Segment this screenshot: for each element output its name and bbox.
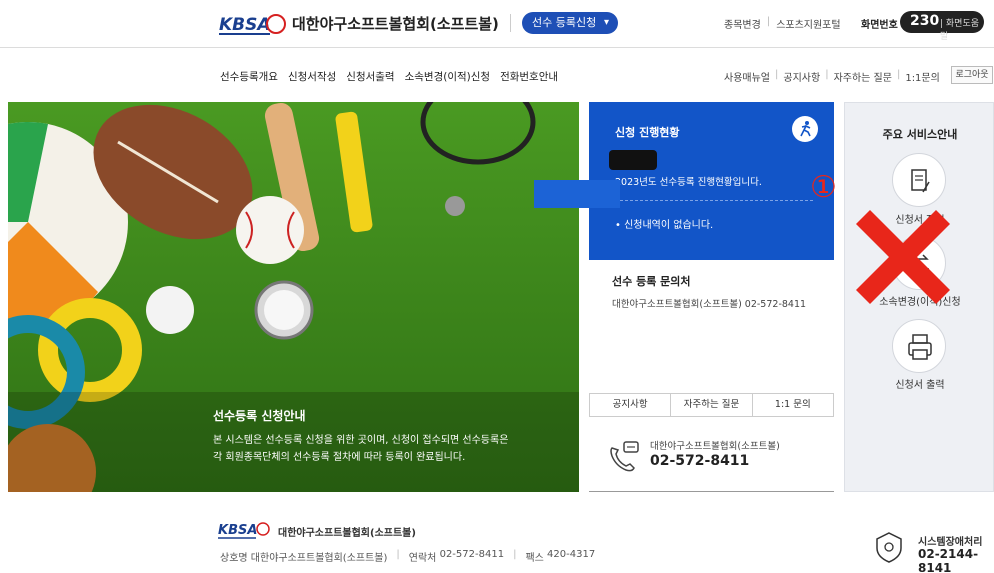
screen-help-link[interactable]: | 화면도움말 [940,16,984,42]
footer-fax: 420-4317 [547,549,596,560]
footer-logo: KBSA [218,522,270,539]
run-icon [792,116,818,142]
title-divider [510,14,511,32]
quick-link-faq[interactable]: 자주하는 질문 [671,394,753,416]
top-header: KBSA 대한야구소프트볼협회(소프트볼) 선수 등록신청 ▾ 종목변경 | 스… [0,0,994,48]
svg-text:KBSA: KBSA [218,523,257,538]
screen-number: 230 [910,13,940,29]
phone-chat-icon [610,441,639,472]
redaction-block [534,180,620,208]
system-select[interactable]: 선수 등록신청 ▾ [522,12,618,34]
quick-links: 공지사항 자주하는 질문 1:1 문의 [589,393,834,417]
quick-link-notice[interactable]: 공지사항 [590,394,672,416]
system-select-label: 선수 등록신청 [532,16,597,29]
contact-org: 대한야구소프트볼협회(소프트볼) [650,441,780,452]
nav-item-overview[interactable]: 선수등록개요 [220,69,278,84]
contact-phone: 02-572-8411 [650,453,750,469]
main-nav: 선수등록개요 신청서작성 신청서출력 소속변경(이적)신청 전화번호안내 [220,69,568,84]
service-print-label: 신청서 출력 [895,380,945,391]
printer-icon [908,334,932,360]
inquiry-contact: 대한야구소프트볼협회(소프트볼) 02-572-8411 [612,299,807,310]
services-title: 주요 서비스안내 [882,128,958,141]
footer-contact: 02-572-8411 [439,549,505,560]
svg-text:KBSA: KBSA [219,15,271,35]
util-link-sport-change[interactable]: 종목변경 [724,16,761,31]
util-nav-manual[interactable]: 사용매뉴얼 [724,69,770,84]
redaction-mark [609,150,657,170]
inquiry-title: 선수 등록 문의처 [612,275,691,288]
nav-item-phone[interactable]: 전화번호안내 [500,69,558,84]
footer-company-label: 상호명 [220,553,248,564]
footer-error-label: 시스템장애처리 [918,537,983,548]
status-year-text: 2023년도 선수등록 진행현황입니다. [615,177,762,188]
hero-description-line-1: 본 시스템은 선수등록 신청을 위한 곳이며, 신청이 접수되면 선수등록은 [213,435,509,446]
quick-link-qna[interactable]: 1:1 문의 [753,394,833,416]
footer-fax-label: 팩스 [525,553,544,564]
annotation-marker: ① [810,170,837,205]
footer-error-phone: 02-2144-8141 [918,547,979,573]
status-empty-text: • 신청내역이 없습니다. [615,220,714,231]
service-print-button[interactable] [892,319,946,373]
util-nav: 사용매뉴얼 | 공지사항 | 자주하는 질문 | 1:1문의 [724,69,940,84]
kbsa-logo[interactable]: KBSA [218,9,286,39]
status-divider [615,200,813,201]
util-nav-faq[interactable]: 자주하는 질문 [834,69,892,84]
screen-number-badge[interactable]: 230 | 화면도움말 [900,11,984,42]
nav-item-print[interactable]: 신청서출력 [346,69,394,84]
footer-info: 상호명 대한야구소프트볼협회(소프트볼) | 연락처 02-572-8411 |… [220,549,596,564]
screen-number-label: 화면번호 [861,20,898,31]
hero-title: 선수등록 신청안내 [213,409,306,423]
red-cross-mark [856,210,950,304]
nav-item-transfer[interactable]: 소속변경(이적)신청 [405,69,490,84]
logout-button[interactable]: 로그아웃 [951,66,993,84]
shield-icon [876,532,902,563]
footer-contact-label: 연락처 [408,553,437,564]
util-nav-notice[interactable]: 공지사항 [783,69,820,84]
application-status-card: 신청 진행현황 2023년도 선수등록 진행현황입니다. • 신청내역이 없습니… [589,102,834,260]
status-title: 신청 진행현황 [615,126,680,139]
footer-org: 대한야구소프트볼협회(소프트볼) [278,528,416,539]
service-write-button[interactable] [892,153,946,207]
hero-description-line-2: 각 회원종목단체의 선수등록 절차에 따라 등록이 완료됩니다. [213,452,466,463]
org-title: 대한야구소프트볼협회(소프트볼) [292,15,499,33]
util-nav-qna[interactable]: 1:1문의 [905,69,940,84]
nav-item-write[interactable]: 신청서작성 [288,69,336,84]
document-edit-icon [911,169,930,193]
top-util-links: 종목변경 | 스포츠지원포털 [724,16,841,31]
footer-company: 대한야구소프트볼협회(소프트볼) [250,553,388,564]
chevron-down-icon: ▾ [603,17,609,28]
util-link-sports-portal[interactable]: 스포츠지원포털 [776,16,840,31]
inquiry-bottom-border [589,491,834,492]
hero-description: 본 시스템은 선수등록 신청을 위한 곳이며, 신청이 접수되면 선수등록은 각… [213,432,543,466]
